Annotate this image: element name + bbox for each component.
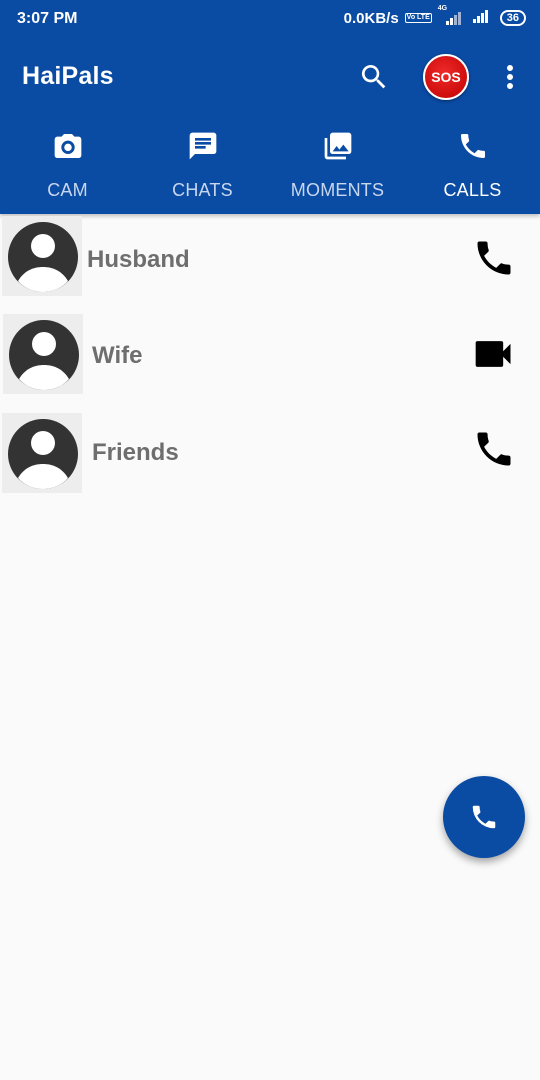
- app-bar: 3:07 PM 0.0KB/s Vo LTE 4G 36 HaiPals SOS…: [0, 0, 540, 214]
- camera-icon: [54, 134, 81, 158]
- person-icon: [8, 419, 78, 489]
- person-icon: [9, 320, 79, 390]
- list-item[interactable]: Friends: [0, 411, 540, 493]
- app-title: HaiPals: [22, 62, 114, 90]
- phone-icon: [460, 134, 485, 158]
- video-camera-icon: [475, 341, 511, 367]
- list-item[interactable]: Wife: [0, 312, 540, 394]
- tab-cam[interactable]: CAM: [0, 120, 135, 214]
- chat-icon: [189, 132, 216, 160]
- contact-name: Husband: [87, 246, 190, 273]
- voice-call-button[interactable]: [472, 236, 516, 280]
- status-indicators: 0.0KB/s Vo LTE 4G 36: [343, 5, 526, 27]
- battery-icon: 36: [499, 10, 526, 26]
- phone-icon: [477, 432, 511, 466]
- signal-icon: 4G: [438, 5, 466, 25]
- signal-icon-2: [472, 9, 494, 27]
- list-item[interactable]: Husband: [0, 216, 540, 298]
- phone-icon: [477, 241, 511, 275]
- phone-icon: [472, 805, 496, 829]
- status-bar: 3:07 PM 0.0KB/s Vo LTE 4G 36: [0, 0, 540, 40]
- network-type-label: 4G: [437, 5, 448, 12]
- tab-label: CAM: [47, 180, 88, 200]
- status-time: 3:07 PM: [17, 10, 78, 27]
- tab-label: MOMENTS: [290, 180, 385, 200]
- tab-moments[interactable]: MOMENTS: [270, 120, 405, 214]
- sos-button[interactable]: SOS: [423, 54, 469, 100]
- tab-label: CALLS: [443, 180, 502, 200]
- video-call-button[interactable]: [472, 332, 516, 376]
- tab-chats[interactable]: CHATS: [135, 120, 270, 214]
- avatar: [2, 413, 82, 493]
- tab-calls[interactable]: CALLS: [405, 120, 540, 214]
- contact-name: Wife: [92, 342, 143, 369]
- avatar: [3, 314, 83, 394]
- contact-name: Friends: [92, 439, 179, 466]
- tab-label: CHATS: [172, 180, 233, 200]
- voice-call-button[interactable]: [472, 427, 516, 471]
- avatar: [2, 216, 82, 296]
- search-icon: [361, 65, 386, 89]
- photos-icon: [324, 132, 351, 160]
- search-button[interactable]: [358, 61, 390, 93]
- overflow-menu-button[interactable]: [497, 62, 523, 92]
- tab-bar: CAM CHATS MOMENTS CALLS: [0, 120, 540, 214]
- person-icon: [8, 222, 78, 292]
- more-vert-icon: [507, 65, 513, 89]
- new-call-fab[interactable]: [443, 776, 525, 858]
- volte-icon: Vo LTE: [404, 13, 432, 23]
- network-speed: 0.0KB/s: [343, 9, 399, 27]
